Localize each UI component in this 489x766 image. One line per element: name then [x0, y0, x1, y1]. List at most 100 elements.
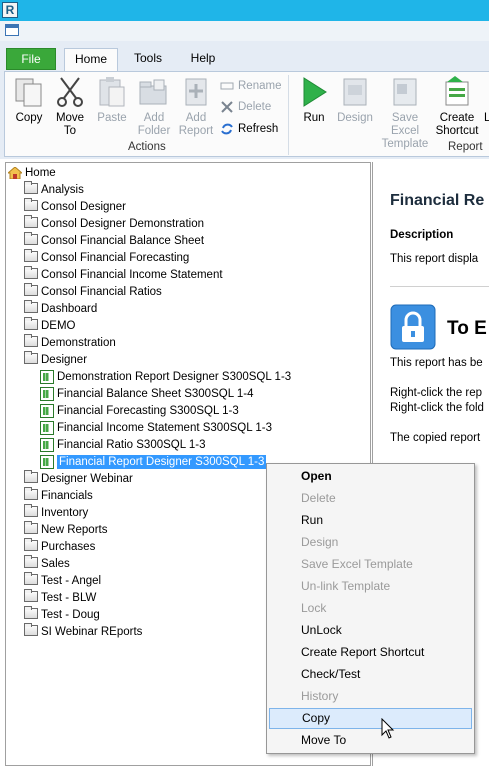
tree-report[interactable]: Financial Income Statement S300SQL 1-3: [40, 419, 272, 436]
tab-tools[interactable]: Tools: [124, 48, 172, 70]
folder-icon: [24, 266, 38, 279]
tree-report-selected[interactable]: Financial Report Designer S300SQL 1-3: [40, 453, 267, 470]
tree-folder[interactable]: Sales: [24, 555, 70, 572]
folder-icon: [24, 198, 38, 211]
folder-icon: [24, 487, 38, 500]
play-icon: [298, 76, 330, 108]
tree-folder-designer[interactable]: Designer: [24, 351, 87, 368]
menu-item-history[interactable]: History: [269, 686, 472, 707]
report-icon: [40, 403, 54, 418]
tree-folder[interactable]: Inventory: [24, 504, 88, 521]
tree-folder[interactable]: Test - Doug: [24, 606, 100, 623]
delete-button[interactable]: Delete: [220, 98, 271, 116]
tree-folder-label: Purchases: [41, 540, 96, 553]
menu-item-save-excel-template[interactable]: Save Excel Template: [269, 554, 472, 575]
design-button[interactable]: Design: [334, 74, 376, 125]
tree-folder[interactable]: New Reports: [24, 521, 107, 538]
tree-report[interactable]: Financial Forecasting S300SQL 1-3: [40, 402, 239, 419]
folder-icon: [24, 572, 38, 585]
add-folder-button[interactable]: Add Folder: [134, 74, 174, 138]
report-icon: [40, 420, 54, 435]
folder-icon: [24, 351, 38, 364]
refresh-button[interactable]: Refresh: [220, 120, 278, 138]
folder-icon: [24, 555, 38, 568]
tree-report[interactable]: Demonstration Report Designer S300SQL 1-…: [40, 368, 291, 385]
menu-item-check-test[interactable]: Check/Test: [269, 664, 472, 685]
folder-icon: [24, 606, 38, 619]
folder-icon: [24, 232, 38, 245]
lock-text: This report has be: [390, 357, 483, 369]
menu-item-unlock[interactable]: UnLock: [269, 620, 472, 641]
tree-folder[interactable]: Consol Financial Balance Sheet: [24, 232, 204, 249]
tree-folder[interactable]: Demonstration: [24, 334, 116, 351]
lock-icon: [390, 304, 436, 350]
tree-folder[interactable]: Financials: [24, 487, 93, 504]
tree-report-label-selected: Financial Report Designer S300SQL 1-3: [57, 454, 267, 469]
tab-file[interactable]: File: [6, 48, 56, 70]
paste-button[interactable]: Paste: [94, 74, 130, 125]
menu-item-lock[interactable]: Lock: [269, 598, 472, 619]
tree-folder-label: SI Webinar REports: [41, 625, 143, 638]
tree-folder[interactable]: Test - Angel: [24, 572, 101, 589]
tree-folder[interactable]: DEMO: [24, 317, 76, 334]
menu-item-move-to[interactable]: Move To: [269, 730, 472, 751]
add-report-icon: [180, 76, 212, 108]
menu-item-create-report-shortcut[interactable]: Create Report Shortcut: [269, 642, 472, 663]
tab-help[interactable]: Help: [180, 48, 226, 70]
tree-folder[interactable]: Analysis: [24, 181, 84, 198]
tree-report-label: Financial Ratio S300SQL 1-3: [57, 438, 206, 451]
tree-folder-label: Dashboard: [41, 302, 98, 315]
folder-icon: [24, 283, 38, 296]
quick-access-toolbar: [0, 21, 489, 42]
lock-heading: To E: [447, 318, 487, 339]
app-logo-icon[interactable]: R: [2, 2, 18, 18]
tab-home[interactable]: Home: [64, 48, 118, 72]
tree-report-label: Financial Income Statement S300SQL 1-3: [57, 421, 272, 434]
tree-folder[interactable]: Consol Financial Income Statement: [24, 266, 223, 283]
home-icon: [6, 165, 24, 179]
menu-item-design[interactable]: Design: [269, 532, 472, 553]
save-excel-template-button[interactable]: Save Excel Template: [378, 74, 432, 151]
tree-report-label: Financial Forecasting S300SQL 1-3: [57, 404, 239, 417]
menu-item-unlink-template[interactable]: Un-link Template: [269, 576, 472, 597]
rename-button[interactable]: Rename: [220, 77, 281, 95]
tree-folder-label: Consol Financial Forecasting: [41, 251, 190, 264]
hint-report: Right-click the rep: [390, 387, 483, 399]
add-report-button[interactable]: Add Report: [176, 74, 216, 138]
run-button[interactable]: Run: [297, 74, 331, 125]
folder-icon: [24, 623, 38, 636]
create-shortcut-button[interactable]: Create Shortcut: [434, 74, 480, 138]
tree-report[interactable]: Financial Balance Sheet S300SQL 1-4: [40, 385, 253, 402]
rename-icon: [220, 79, 234, 93]
tree-folder[interactable]: Consol Designer Demonstration: [24, 215, 204, 232]
menu-item-open[interactable]: Open: [269, 466, 472, 487]
context-menu: Open Delete Run Design Save Excel Templa…: [266, 463, 475, 754]
tree-folder[interactable]: Consol Designer: [24, 198, 126, 215]
tree-folder[interactable]: Consol Financial Forecasting: [24, 249, 189, 266]
tree-folder-label: Consol Financial Ratios: [41, 285, 162, 298]
tree-folder[interactable]: Consol Financial Ratios: [24, 283, 162, 300]
folder-icon: [24, 470, 38, 483]
menu-item-delete[interactable]: Delete: [269, 488, 472, 509]
tree-report[interactable]: Financial Ratio S300SQL 1-3: [40, 436, 206, 453]
folder-icon: [24, 181, 38, 194]
report-icon: [40, 386, 54, 401]
tree-root-home[interactable]: Home: [6, 164, 56, 181]
menu-item-run[interactable]: Run: [269, 510, 472, 531]
tree-folder[interactable]: Test - BLW: [24, 589, 96, 606]
description-heading: Description: [390, 229, 454, 241]
tree-folder[interactable]: Dashboard: [24, 300, 97, 317]
menu-item-copy[interactable]: Copy: [269, 708, 472, 729]
delete-label: Delete: [238, 101, 272, 113]
tree-folder[interactable]: Designer Webinar: [24, 470, 133, 487]
tree-folder-label: Consol Financial Balance Sheet: [41, 234, 205, 247]
copy-button[interactable]: Copy: [10, 74, 48, 125]
move-to-button[interactable]: Move To: [50, 74, 90, 138]
tree-folder[interactable]: SI Webinar REports: [24, 623, 142, 640]
window-icon[interactable]: [5, 24, 19, 36]
tree-folder-label: Designer: [41, 353, 88, 366]
tree-folder-label: Test - Doug: [41, 608, 100, 621]
description-text: This report displa: [390, 253, 479, 265]
tree-folder[interactable]: Purchases: [24, 538, 95, 555]
save-excel-template-label: Save Excel Template: [381, 112, 429, 150]
